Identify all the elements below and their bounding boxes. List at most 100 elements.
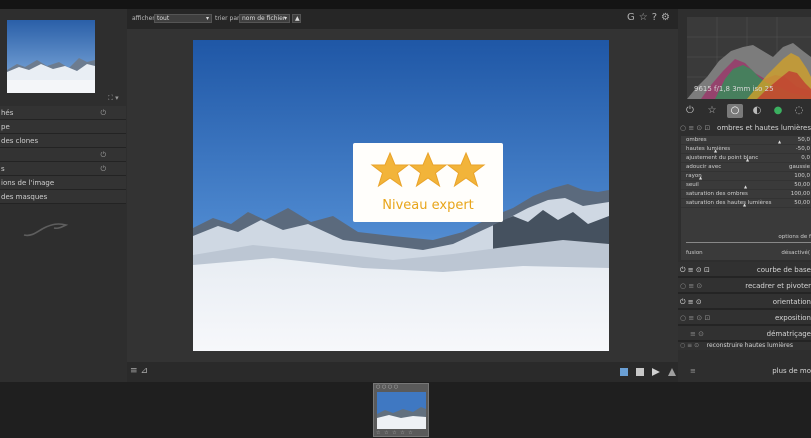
- param-value: 50,0: [797, 137, 810, 143]
- module-controls[interactable]: ○ ≡ ⊙ ⊡: [680, 310, 710, 326]
- styles-icon[interactable]: ⊿: [141, 366, 152, 376]
- module-orientation[interactable]: ⏻ ≡ ⊙ orientation: [678, 294, 811, 310]
- module-controls[interactable]: ○ ≡ ⊙ ⊡: [680, 122, 710, 134]
- param-label: ombres: [686, 137, 707, 143]
- left-module-label: hés: [1, 109, 14, 117]
- play-icon[interactable]: [651, 368, 660, 376]
- param-slider[interactable]: hautes lumières -50,0 ▲: [681, 145, 811, 154]
- top-filter-bar: afficher tout ▾ trier par nom de fichier…: [127, 9, 678, 29]
- grouping-icon[interactable]: G: [627, 12, 639, 23]
- left-module-list: hés ⏻ pe des clones ⏻ s ⏻ ions de l'image …: [0, 106, 127, 204]
- param-label: saturation des hautes lumières: [686, 200, 772, 206]
- left-module-item[interactable]: s ⏻: [0, 162, 126, 176]
- module-title: recadrer et pivoter: [745, 282, 811, 290]
- module-recadrer[interactable]: ○ ≡ ⊙ recadrer et pivoter: [678, 278, 811, 294]
- fusion-value[interactable]: désactivé(: [781, 250, 810, 256]
- power-icon[interactable]: ⏻: [100, 106, 106, 120]
- tab-color[interactable]: ●: [770, 104, 786, 118]
- bottom-left-icons: ≡⊿: [130, 366, 151, 376]
- options-label[interactable]: options de f: [681, 234, 811, 240]
- filmstrip-thumbnail[interactable]: ○ ○ ○ ○ ☆ ☆ ☆ ☆ ☆: [373, 383, 429, 437]
- slider-marker-icon: ▲: [743, 202, 747, 207]
- star-icon[interactable]: ☆: [639, 12, 652, 23]
- module-controls[interactable]: ○ ≡ ⊙: [680, 278, 702, 294]
- chevron-down-icon: ▾: [205, 15, 209, 22]
- module-title: courbe de base: [756, 266, 811, 274]
- module-title: reconstruire hautes lumières: [706, 342, 793, 349]
- options-divider: [686, 242, 811, 243]
- tab-base[interactable]: ○: [727, 104, 743, 118]
- param-label: hautes lumières: [686, 146, 731, 152]
- window-top-strip: [0, 0, 811, 9]
- left-module-item[interactable]: hés ⏻: [0, 106, 126, 120]
- tab-correct[interactable]: ◌: [791, 104, 807, 118]
- left-module-label: s: [1, 165, 5, 173]
- param-dropdown[interactable]: adoucir avec gaussie: [681, 163, 811, 172]
- param-slider[interactable]: saturation des hautes lumières 50,00 ▲: [681, 199, 811, 208]
- param-value: -50,0: [795, 146, 810, 152]
- warning-icon[interactable]: [668, 368, 676, 376]
- power-icon[interactable]: ⏻: [100, 162, 106, 176]
- afficher-dropdown[interactable]: tout ▾: [154, 14, 212, 23]
- left-module-item[interactable]: des masques: [0, 190, 126, 204]
- thumbnail-top-icons: ○ ○ ○ ○: [376, 384, 399, 390]
- left-module-label: des clones: [1, 137, 39, 145]
- left-module-label: ions de l'image: [1, 179, 55, 187]
- module-reconstruire[interactable]: ○ ≡ ⊙ reconstruire hautes lumières: [678, 342, 811, 350]
- module-controls[interactable]: ⏻ ≡ ⊙: [680, 294, 702, 310]
- rating-badge-text: Niveau expert: [382, 198, 474, 213]
- expand-thumbnail-icon[interactable]: ⛶ ▾: [108, 94, 119, 103]
- afficher-value: tout: [157, 15, 170, 22]
- module-courbe-de-base[interactable]: ⏻ ≡ ⊙ ⊡ courbe de base: [678, 262, 811, 278]
- trier-label: trier par: [215, 15, 240, 22]
- color-assessment-icon[interactable]: [619, 368, 628, 376]
- param-value: 100,00: [790, 191, 810, 197]
- filmstrip: ○ ○ ○ ○ ☆ ☆ ☆ ☆ ☆: [0, 382, 811, 438]
- thumbnail-image: [377, 392, 426, 429]
- module-exposition[interactable]: ○ ≡ ⊙ ⊡ exposition: [678, 310, 811, 326]
- module-list: ⏻ ≡ ⊙ ⊡ courbe de base ○ ≡ ⊙ recadrer et p…: [678, 262, 811, 350]
- left-module-item[interactable]: des clones: [0, 134, 126, 148]
- module-header-shadows-highlights[interactable]: ○ ≡ ⊙ ⊡ ombres et hautes lumières: [678, 122, 811, 134]
- menu-icon[interactable]: ≡: [130, 366, 141, 376]
- module-controls[interactable]: ○ ≡ ⊙: [680, 342, 699, 350]
- left-module-item[interactable]: ions de l'image: [0, 176, 126, 190]
- more-modules[interactable]: ≡ plus de mo: [678, 363, 811, 379]
- module-controls[interactable]: ⏻ ≡ ⊙ ⊡: [680, 262, 710, 278]
- param-slider[interactable]: rayon 100,0 ▲: [681, 172, 811, 181]
- tab-favorites[interactable]: ☆: [704, 104, 720, 118]
- thumbnail-star-rating[interactable]: ☆ ☆ ☆ ☆ ☆: [376, 430, 414, 436]
- softproof-icon[interactable]: [635, 368, 644, 376]
- left-module-item[interactable]: ⏻: [0, 148, 126, 162]
- more-modules-label: plus de mo: [772, 367, 811, 375]
- param-value: 100,0: [794, 173, 810, 179]
- menu-icon[interactable]: ≡: [690, 363, 696, 379]
- module-group-tabs: ⏻ ☆ ○ ◐ ● ◌: [678, 102, 811, 120]
- module-dematricage[interactable]: ≡ ⊙ dématriçage: [678, 326, 811, 342]
- param-value: 50,00: [794, 182, 810, 188]
- help-icon[interactable]: ?: [652, 12, 661, 23]
- sort-up-icon: ▲: [295, 15, 300, 22]
- module-title: exposition: [774, 314, 811, 322]
- gear-icon[interactable]: ⚙: [661, 12, 674, 23]
- param-value: 0,0: [801, 155, 810, 161]
- chevron-down-icon: ▾: [283, 15, 287, 22]
- trier-dropdown[interactable]: nom de fichier ▾: [239, 14, 290, 23]
- module-title: dématriçage: [766, 330, 811, 338]
- param-slider[interactable]: seuil 50,00 ▲: [681, 181, 811, 190]
- param-slider[interactable]: ombres 50,0 ▲: [681, 136, 811, 145]
- power-icon[interactable]: ⏻: [100, 148, 106, 162]
- top-right-icons: G☆?⚙: [627, 12, 674, 23]
- param-value: 50,00: [794, 200, 810, 206]
- param-slider[interactable]: ajustement du point blanc 0,0 ▲: [681, 154, 811, 163]
- sort-direction-button[interactable]: ▲: [292, 14, 301, 23]
- tab-active-modules[interactable]: ⏻: [682, 104, 698, 118]
- navigation-thumbnail[interactable]: [7, 20, 95, 93]
- image-canvas[interactable]: Niveau expert: [127, 29, 678, 362]
- tab-tone[interactable]: ◐: [749, 104, 765, 118]
- module-controls[interactable]: ≡ ⊙: [690, 326, 704, 342]
- star-rating-icon: [370, 151, 486, 188]
- left-module-item[interactable]: pe: [0, 120, 126, 134]
- trier-value: nom de fichier: [242, 15, 286, 22]
- param-slider[interactable]: saturation des ombres 100,00: [681, 190, 811, 199]
